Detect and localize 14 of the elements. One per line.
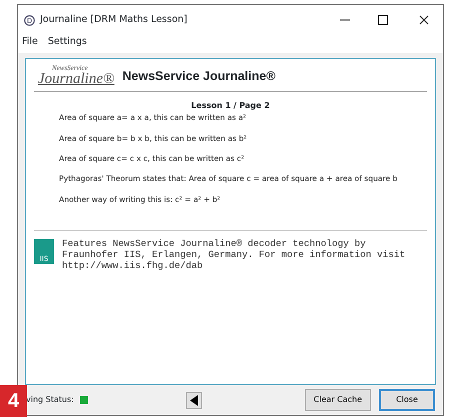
back-button[interactable]: [186, 392, 202, 408]
window-title: Journaline [DRM Maths Lesson]: [40, 12, 188, 27]
maximize-icon[interactable]: [378, 15, 388, 25]
close-icon[interactable]: [419, 15, 429, 25]
app-heading: NewsService Journaline®: [122, 68, 276, 85]
dialog-button[interactable]: Close: [379, 389, 435, 411]
footer-text: Features NewsService Journaline® decoder technology by Fraunhofer IIS, Erlangen, Germany. For more information visit http://www.iis.fhg.de/dab: [62, 239, 406, 272]
left-triangle-icon: [190, 394, 198, 406]
figure-number: 4: [0, 385, 27, 417]
menu-item[interactable]: File: [22, 35, 38, 50]
dialog-button[interactable]: Clear Cache: [304, 389, 371, 411]
menu-item[interactable]: Settings: [48, 35, 87, 50]
lesson-heading: Lesson 1 / Page 2: [190, 100, 271, 112]
status-label: ving Status:: [26, 394, 74, 406]
